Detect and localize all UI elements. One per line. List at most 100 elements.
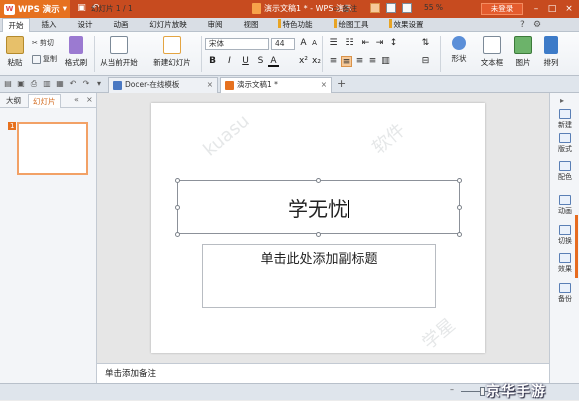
tab-drawing-tools[interactable]: 绘图工具 [330,18,372,32]
login-button[interactable]: 未登录 [481,3,523,15]
italic-button[interactable]: I [224,56,235,67]
tab-features[interactable]: 特色功能 [274,18,316,32]
copy-button[interactable]: 复制 [32,54,57,64]
subscript-icon[interactable]: x₂ [311,56,322,67]
textbox-button[interactable]: 文本框 [476,36,508,68]
sidebar-item-backup[interactable]: 备份 [550,283,579,304]
tab-slideshow[interactable]: 幻灯片放映 [145,18,191,32]
tab-view[interactable]: 视图 [240,18,262,32]
redo-icon[interactable]: ↷ [81,79,91,89]
superscript-icon[interactable]: x² [298,56,309,67]
numbering-icon[interactable]: ☷ [344,38,355,49]
close-tab-icon[interactable]: × [321,78,327,92]
paste-button[interactable]: 粘贴 [4,36,26,68]
align-left-icon[interactable]: ≡ [328,56,339,67]
text-direction-icon[interactable]: ⇅ [420,38,431,49]
zoom-slider-thumb[interactable] [480,387,485,396]
help-icon[interactable]: ? [520,20,525,30]
slide-title[interactable]: 学无忧 [178,193,459,222]
format-painter-button[interactable]: 格式刷 [64,36,88,68]
title-placeholder[interactable]: 学无忧 [177,180,460,234]
tab-slides[interactable]: 幻灯片 [28,94,61,108]
sidebar-item-animation[interactable]: 动画 [550,195,579,216]
slide-count: 幻灯片 1 / 1 [91,4,133,13]
ribbon: 粘贴 ✂ 剪切 复制 格式刷 从当前开始 新建幻灯片 宋体 44 A A B I … [0,32,579,76]
grow-font-icon[interactable]: A [298,38,309,49]
app-name: WPS 演示 [18,5,60,15]
new-slide-button[interactable]: 新建幻灯片 [148,36,196,68]
align-right-icon[interactable]: ≡ [354,56,365,67]
save-icon[interactable]: ▣ [76,3,87,14]
resize-handle[interactable] [457,178,462,183]
tab-home[interactable]: 开始 [2,18,30,33]
bullets-icon[interactable]: ☰ [328,38,339,49]
sidebar-item-layout[interactable]: 版式 [550,133,579,154]
subtitle-text: 单击此处添加副标题 [260,252,378,267]
distribute-icon[interactable]: ▥ [380,56,391,67]
paste-icon [6,36,24,54]
sidebar-item-color[interactable]: 配色 [550,161,579,182]
tab-animation[interactable]: 动画 [110,18,132,32]
arrange-button[interactable]: 排列 [538,36,564,68]
resize-handle[interactable] [316,178,321,183]
open-icon[interactable]: ▤ [3,79,13,89]
increase-indent-icon[interactable]: ⇥ [374,38,385,49]
zoom-out-icon[interactable]: – [450,385,454,394]
export-pdf-icon[interactable]: ▦ [55,79,65,89]
picture-button[interactable]: 图片 [510,36,536,68]
tab-design[interactable]: 设计 [74,18,96,32]
resize-handle[interactable] [175,232,180,237]
notes-pane[interactable]: 单击添加备注 [97,363,549,383]
notes-toggle-button[interactable]: ▭ 备注 [333,3,357,14]
slideshow-view-icon[interactable] [402,3,412,13]
minimize-button[interactable]: – [530,2,542,16]
tab-docer-templates[interactable]: Docer-在线模板 × [108,77,218,93]
bold-button[interactable]: B [207,56,218,67]
preview-icon[interactable]: ▥ [42,79,52,89]
tab-effect-settings[interactable]: 效果设置 [384,18,428,32]
app-menu-button[interactable]: W WPS 演示 ▾ [0,0,70,18]
resize-handle[interactable] [175,178,180,183]
resize-handle[interactable] [457,232,462,237]
align-text-icon[interactable]: ⊟ [420,56,431,67]
settings-icon[interactable]: ⚙ [533,20,541,30]
subtitle-placeholder[interactable]: 单击此处添加副标题 [202,244,436,308]
undo-icon[interactable]: ↶ [68,79,78,89]
docer-icon [113,81,122,90]
cut-button[interactable]: ✂ 剪切 [32,38,54,48]
resize-handle[interactable] [175,205,180,210]
new-tab-button[interactable]: + [337,77,346,90]
align-center-icon[interactable]: ≡ [341,56,352,67]
tab-outline[interactable]: 大纲 [2,94,25,108]
resize-handle[interactable] [316,232,321,237]
justify-icon[interactable]: ≡ [367,56,378,67]
shape-button[interactable]: 形状 [446,36,472,64]
tab-insert[interactable]: 插入 [38,18,60,32]
slide-thumbnail[interactable] [17,122,88,175]
resize-handle[interactable] [457,205,462,210]
underline-button[interactable]: U [240,56,251,67]
decrease-indent-icon[interactable]: ⇤ [360,38,371,49]
maximize-button[interactable]: □ [546,2,558,16]
close-icon[interactable]: × [86,95,93,104]
print-icon[interactable]: ⎙ [29,79,39,89]
tab-current-document[interactable]: 演示文稿1 * × [220,77,332,93]
customize-icon[interactable]: ▾ [94,79,104,89]
font-color-button[interactable]: A [268,56,279,67]
normal-view-icon[interactable] [370,3,380,13]
close-button[interactable]: × [563,2,575,16]
close-tab-icon[interactable]: × [207,78,213,92]
slide-sorter-icon[interactable] [386,3,396,13]
collapse-icon[interactable]: « [74,95,79,104]
font-size-select[interactable]: 44 [271,38,295,50]
sidebar-item-new[interactable]: 新建 [550,109,579,130]
font-name-select[interactable]: 宋体 [205,38,269,50]
sidebar-toggle-icon[interactable]: ▸ [560,96,564,105]
line-spacing-icon[interactable]: ↕ [388,38,399,49]
textbox-icon [483,36,501,54]
shadow-button[interactable]: S [255,56,266,67]
tab-review[interactable]: 审阅 [204,18,226,32]
shrink-font-icon[interactable]: A [309,38,320,49]
from-current-button[interactable]: 从当前开始 [98,36,140,68]
save-icon[interactable]: ▣ [16,79,26,89]
